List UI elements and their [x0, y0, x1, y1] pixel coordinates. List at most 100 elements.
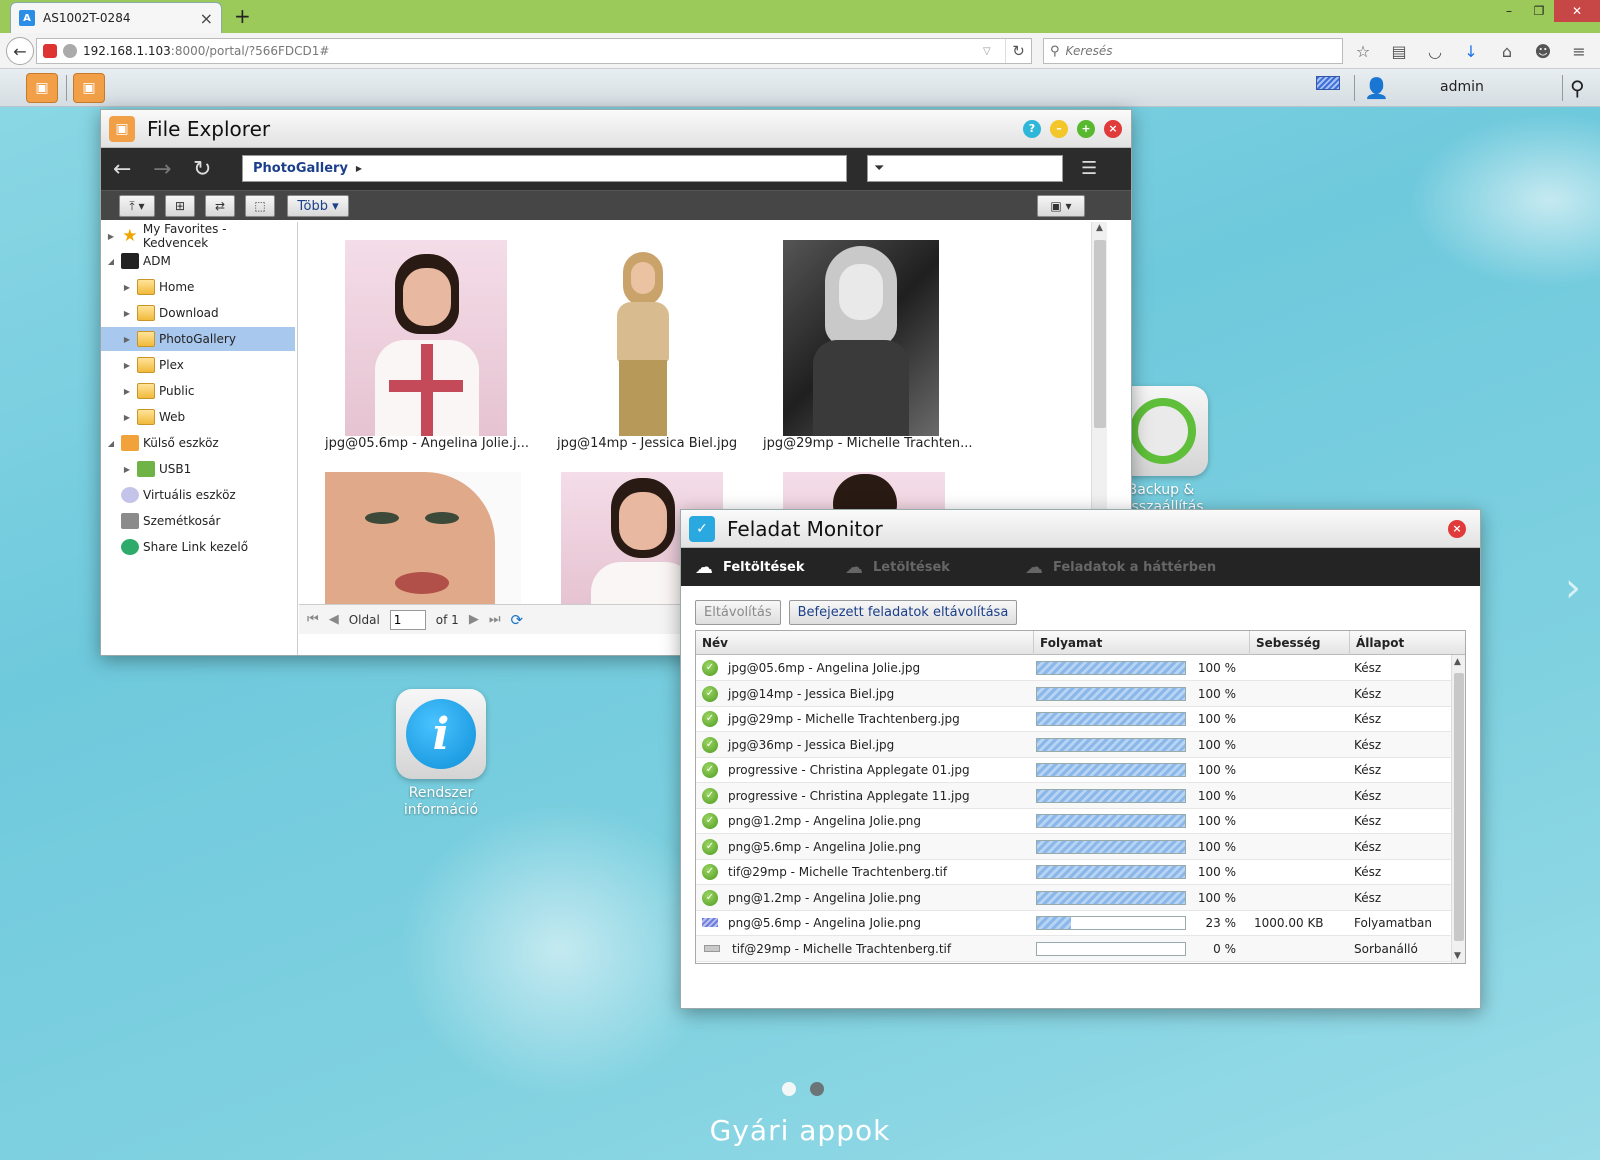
table-row[interactable]: ✓ jpg@36mp - Jessica Biel.jpg 100 % Kész — [696, 731, 1451, 758]
more-button[interactable]: Több ▾ — [287, 195, 349, 217]
next-page-icon[interactable]: ▶ — [469, 612, 479, 627]
expand-icon[interactable]: ▶ — [105, 232, 117, 241]
tab-downloads[interactable]: ☁ Letöltések — [845, 548, 950, 586]
photo-thumbnail[interactable] — [783, 240, 939, 436]
tree-item-share-link[interactable]: Share Link kezelő — [117, 535, 295, 559]
table-row[interactable]: ✓ jpg@14mp - Jessica Biel.jpg 100 % Kész — [696, 680, 1451, 707]
task-monitor-status-icon[interactable] — [1316, 76, 1340, 90]
upload-button[interactable]: ⤒ ▾ — [119, 195, 155, 217]
table-row[interactable]: ✓ progressive - Christina Applegate 11.jp… — [696, 782, 1451, 809]
tab-close-icon[interactable]: × — [200, 9, 213, 28]
filter-input[interactable] — [890, 161, 1062, 176]
home-icon[interactable]: ⌂ — [1496, 40, 1518, 62]
photo-thumbnail[interactable] — [345, 240, 507, 436]
task-table-scrollbar[interactable]: ▲ ▼ — [1451, 655, 1465, 963]
list-options-icon[interactable]: ☰ — [1081, 158, 1097, 179]
back-arrow-icon[interactable]: ← — [113, 157, 131, 182]
move-button[interactable]: ⇄ — [205, 195, 235, 217]
thumbnail-label[interactable]: jpg@14mp - Jessica Biel.jpg — [557, 436, 737, 451]
tree-item-adm[interactable]: ◢ ADM — [105, 249, 295, 273]
expand-icon[interactable]: ▶ — [121, 465, 133, 474]
path-breadcrumb[interactable]: PhotoGallery ▶ — [242, 155, 847, 182]
expand-icon[interactable]: ▶ — [121, 309, 133, 318]
prev-page-icon[interactable]: ◀ — [329, 612, 339, 627]
pocket-icon[interactable]: ◡ — [1424, 40, 1446, 62]
breadcrumb-arrow-icon[interactable]: ▶ — [356, 164, 362, 173]
page-dot-2[interactable] — [810, 1082, 824, 1096]
col-name[interactable]: Név — [696, 631, 1034, 655]
scroll-up-icon[interactable]: ▲ — [1454, 657, 1461, 667]
browser-search-box[interactable]: ⚲ — [1043, 38, 1343, 64]
tree-item-usb1[interactable]: ▶ USB1 — [121, 457, 295, 481]
remove-button[interactable]: Eltávolítás — [695, 600, 781, 625]
table-row[interactable]: ✓ progressive - Christina Applegate 01.jp… — [696, 757, 1451, 783]
new-tab-icon[interactable]: + — [234, 4, 251, 28]
close-icon[interactable]: × — [1448, 519, 1466, 538]
tree-item-photogallery[interactable]: ▶ PhotoGallery — [101, 327, 295, 351]
url-history-dropdown-icon[interactable]: ▽ — [983, 46, 999, 57]
expand-icon[interactable]: ▶ — [121, 413, 133, 422]
first-page-icon[interactable]: ⏮ — [307, 612, 319, 627]
browser-tab[interactable]: A AS1002T-0284 × — [10, 2, 222, 33]
select-all-button[interactable]: ⬚ — [245, 195, 275, 217]
expand-icon[interactable]: ▶ — [121, 387, 133, 396]
site-security-icon[interactable] — [43, 44, 57, 58]
col-speed[interactable]: Sebesség — [1250, 631, 1350, 655]
address-bar[interactable]: 192.168.1.103:8000/portal/?566FDCD1# ▽ ↻ — [36, 38, 1032, 64]
table-row[interactable]: ✓ jpg@29mp - Michelle Trachtenberg.jpg 100… — [696, 706, 1451, 732]
view-mode-button[interactable]: ▣ ▾ — [1037, 195, 1085, 217]
last-page-icon[interactable]: ⏭ — [489, 612, 501, 627]
new-folder-button[interactable]: ⊞ — [165, 195, 195, 217]
file-explorer-titlebar[interactable]: ▣ File Explorer ? – + × — [101, 110, 1131, 148]
close-icon[interactable]: × — [1104, 119, 1122, 138]
close-window-icon[interactable]: ✕ — [1554, 0, 1600, 22]
col-progress[interactable]: Folyamat — [1034, 631, 1250, 655]
smiley-icon[interactable]: ☻ — [1532, 40, 1554, 62]
search-icon[interactable]: ⚲ — [1570, 76, 1585, 100]
bookmark-star-icon[interactable]: ☆ — [1352, 40, 1374, 62]
collapse-icon[interactable]: ◢ — [105, 439, 117, 448]
tree-item-plex[interactable]: ▶ Plex — [121, 353, 295, 377]
task-monitor-titlebar[interactable]: ✓ Feladat Monitor × — [681, 510, 1480, 548]
back-icon[interactable]: ← — [6, 37, 34, 65]
restore-window-icon[interactable]: ❐ — [1524, 0, 1554, 22]
downloads-icon[interactable]: ↓ — [1460, 40, 1482, 62]
maximize-icon[interactable]: + — [1077, 119, 1095, 138]
scroll-up-icon[interactable]: ▲ — [1096, 223, 1103, 233]
system-info-app-icon[interactable]: i — [396, 689, 486, 779]
photo-thumbnail[interactable] — [601, 252, 685, 436]
expand-icon[interactable]: ▶ — [121, 361, 133, 370]
system-info-app-label[interactable]: Rendszer információ — [381, 785, 501, 819]
thumbnail-label[interactable]: jpg@05.6mp - Angelina Jolie.j... — [325, 436, 529, 451]
table-row[interactable]: tif@29mp - Michelle Trachtenberg.tif 0 % S… — [696, 935, 1451, 962]
table-row[interactable]: ✓ png@1.2mp - Angelina Jolie.png 100 % Kész — [696, 884, 1451, 911]
photo-thumbnail[interactable] — [325, 472, 521, 604]
file-explorer-taskbar-icon-2[interactable]: ▣ — [73, 73, 105, 103]
thumbnail-label[interactable]: jpg@29mp - Michelle Trachten... — [763, 436, 973, 451]
collapse-icon[interactable]: ◢ — [105, 257, 117, 266]
page-dot-1[interactable] — [782, 1082, 796, 1096]
user-name[interactable]: admin — [1440, 79, 1484, 95]
tab-background-tasks[interactable]: ☁ Feladatok a háttérben — [1025, 548, 1216, 586]
remove-finished-button[interactable]: Befejezett feladatok eltávolítása — [788, 600, 1018, 625]
expand-icon[interactable]: ▶ — [121, 335, 133, 344]
table-row[interactable]: ✓ jpg@05.6mp - Angelina Jolie.jpg 100 % Kés… — [696, 655, 1451, 681]
scroll-down-icon[interactable]: ▼ — [1454, 951, 1461, 961]
tree-item-virtual[interactable]: Virtuális eszköz — [117, 483, 295, 507]
menu-hamburger-icon[interactable]: ≡ — [1568, 40, 1590, 62]
col-status[interactable]: Állapot — [1350, 631, 1451, 655]
minimize-icon[interactable]: – — [1050, 119, 1068, 138]
filter-box[interactable]: ⏷ — [867, 155, 1063, 182]
next-page-chevron-icon[interactable]: › — [1565, 565, 1581, 611]
bookmarks-list-icon[interactable]: ▤ — [1388, 40, 1410, 62]
table-row[interactable]: ✓ png@1.2mp - Angelina Jolie.png 100 % Kész — [696, 808, 1451, 834]
scroll-thumb[interactable] — [1094, 240, 1106, 428]
forward-arrow-icon[interactable]: → — [153, 157, 171, 182]
minimize-window-icon[interactable]: – — [1494, 0, 1524, 22]
table-row[interactable]: ✓ png@5.6mp - Angelina Jolie.png 100 % Kész — [696, 833, 1451, 860]
reload-icon[interactable]: ↻ — [1005, 39, 1031, 63]
browser-search-input[interactable] — [1065, 44, 1342, 58]
tree-item-external[interactable]: ◢ Külső eszköz — [105, 431, 295, 455]
page-number-input[interactable] — [389, 609, 426, 630]
expand-icon[interactable]: ▶ — [121, 283, 133, 292]
